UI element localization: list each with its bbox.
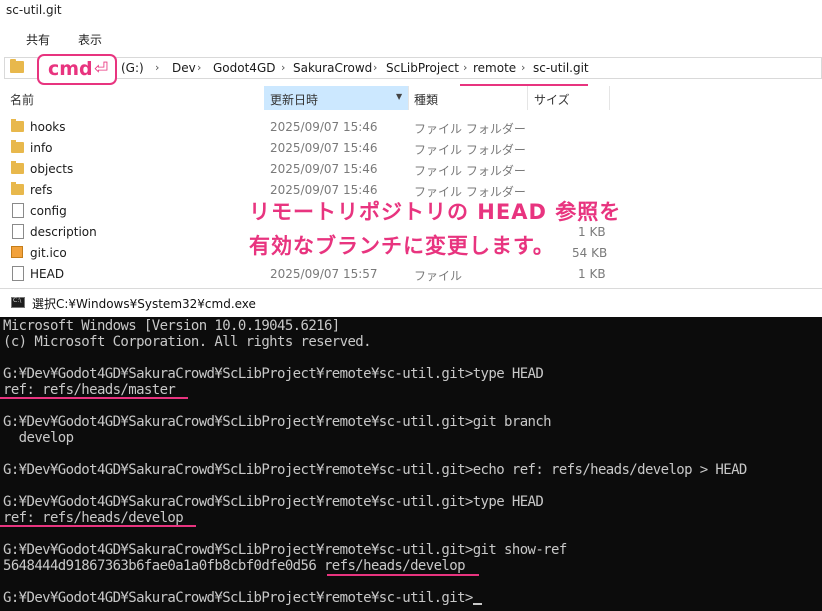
chevron-right-icon: › (463, 61, 468, 74)
file-row[interactable]: objects 2025/09/07 15:46 ファイル フォルダー (0, 159, 620, 180)
file-name: hooks (30, 120, 66, 134)
column-divider[interactable] (408, 86, 409, 110)
file-name: description (30, 225, 97, 239)
file-name: HEAD (30, 267, 65, 281)
cmd-annotation-box: cmd ⏎ (37, 54, 117, 85)
folder-icon (11, 182, 24, 195)
annotation-text-line2: 有効なブランチに変更します。 (249, 234, 555, 258)
ico-file-icon (11, 246, 23, 258)
file-row[interactable]: hooks 2025/09/07 15:46 ファイル フォルダー (0, 117, 620, 138)
explorer-window: sc-util.git 共有 表示 (G:) › Dev › Godot4GD … (0, 0, 822, 290)
annotation-underline (327, 574, 479, 576)
file-row[interactable]: info 2025/09/07 15:46 ファイル フォルダー (0, 138, 620, 159)
file-size: 1 KB (578, 225, 606, 239)
file-name: refs (30, 183, 53, 197)
breadcrumb-drive[interactable]: (G:) (121, 61, 144, 75)
ribbon-tab-view[interactable]: 表示 (78, 31, 102, 48)
enter-icon: ⏎ (94, 59, 109, 79)
file-date: 2025/09/07 15:46 (270, 162, 378, 176)
column-divider[interactable] (527, 86, 528, 110)
file-icon (12, 203, 24, 218)
column-header-size[interactable]: サイズ (534, 91, 570, 108)
file-name: info (30, 141, 53, 155)
console-line: Microsoft Windows [Version 10.0.19045.62… (3, 318, 340, 334)
chevron-right-icon: › (281, 61, 286, 74)
breadcrumb-sakuracrowd[interactable]: SakuraCrowd (293, 61, 372, 75)
breadcrumb-dev[interactable]: Dev (172, 61, 196, 75)
file-icon (12, 266, 24, 281)
file-date: 2025/09/07 15:57 (270, 267, 378, 281)
console-line: ref: refs/heads/master (3, 382, 176, 398)
address-bar[interactable]: (G:) › Dev › Godot4GD › SakuraCrowd › Sc… (4, 57, 822, 79)
cmd-title: 選択C:¥Windows¥System32¥cmd.exe (32, 297, 256, 311)
file-type: ファイル フォルダー (414, 122, 526, 136)
annotation-text-line1: リモートリポジトリの HEAD 参照を (249, 200, 622, 224)
console-output[interactable]: Microsoft Windows [Version 10.0.19045.62… (0, 316, 822, 611)
column-header-date[interactable]: 更新日時 (270, 91, 318, 108)
cmd-annotation-label: cmd (48, 58, 93, 80)
ribbon-tab-share[interactable]: 共有 (26, 31, 50, 48)
console-line: G:¥Dev¥Godot4GD¥SakuraCrowd¥ScLibProject… (3, 414, 552, 430)
file-name: config (30, 204, 67, 218)
text-cursor (472, 603, 482, 605)
cmd-titlebar[interactable]: 選択C:¥Windows¥System32¥cmd.exe (0, 288, 822, 317)
chevron-right-icon: › (197, 61, 202, 74)
file-size: 1 KB (578, 267, 606, 281)
folder-icon (11, 140, 24, 153)
chevron-down-icon: ▼ (396, 92, 403, 101)
console-line: develop (3, 430, 74, 446)
cmd-icon (11, 297, 25, 308)
annotation-underline (460, 84, 588, 86)
breadcrumb-remote[interactable]: remote (473, 61, 516, 75)
column-divider[interactable] (609, 86, 610, 110)
console-line: G:¥Dev¥Godot4GD¥SakuraCrowd¥ScLibProject… (3, 542, 567, 558)
file-name: git.ico (30, 246, 67, 260)
console-line: (c) Microsoft Corporation. All rights re… (3, 334, 372, 350)
console-prompt: G:¥Dev¥Godot4GD¥SakuraCrowd¥ScLibProject… (3, 590, 473, 606)
window-title: sc-util.git (6, 3, 62, 17)
file-name: objects (30, 162, 74, 176)
breadcrumb-sc-util-git[interactable]: sc-util.git (533, 61, 589, 75)
console-line: G:¥Dev¥Godot4GD¥SakuraCrowd¥ScLibProject… (3, 462, 747, 478)
console-line: G:¥Dev¥Godot4GD¥SakuraCrowd¥ScLibProject… (3, 494, 544, 510)
breadcrumb-godot4gd[interactable]: Godot4GD (213, 61, 275, 75)
chevron-right-icon: › (521, 61, 526, 74)
file-date: 2025/09/07 15:46 (270, 120, 378, 134)
folder-icon (11, 119, 24, 132)
file-type: ファイル フォルダー (414, 143, 526, 157)
console-line: G:¥Dev¥Godot4GD¥SakuraCrowd¥ScLibProject… (3, 366, 544, 382)
file-date: 2025/09/07 15:46 (270, 183, 378, 197)
column-header-type[interactable]: 種類 (414, 91, 438, 108)
annotation-underline (0, 397, 188, 399)
column-header-name[interactable]: 名前 (10, 91, 34, 108)
file-row[interactable]: HEAD 2025/09/07 15:57 ファイル 1 KB (0, 264, 620, 285)
chevron-right-icon: › (373, 61, 378, 74)
annotation-underline (0, 525, 196, 527)
file-type: ファイル フォルダー (414, 164, 526, 178)
console-line: 5648444d91867363b6fae0a1a0fb8cbf0dfe0d56… (3, 558, 466, 574)
console-line: ref: refs/heads/develop (3, 510, 184, 526)
cmd-window[interactable]: 選択C:¥Windows¥System32¥cmd.exe Microsoft … (0, 288, 822, 611)
file-type: ファイル (414, 269, 463, 283)
console-prompt-line[interactable]: G:¥Dev¥Godot4GD¥SakuraCrowd¥ScLibProject… (3, 590, 482, 606)
chevron-right-icon: › (155, 61, 160, 74)
folder-icon (11, 161, 24, 174)
file-size: 54 KB (572, 246, 608, 260)
folder-icon (10, 59, 24, 73)
file-date: 2025/09/07 15:46 (270, 141, 378, 155)
breadcrumb-sclibproject[interactable]: ScLibProject (386, 61, 459, 75)
file-icon (12, 224, 24, 239)
